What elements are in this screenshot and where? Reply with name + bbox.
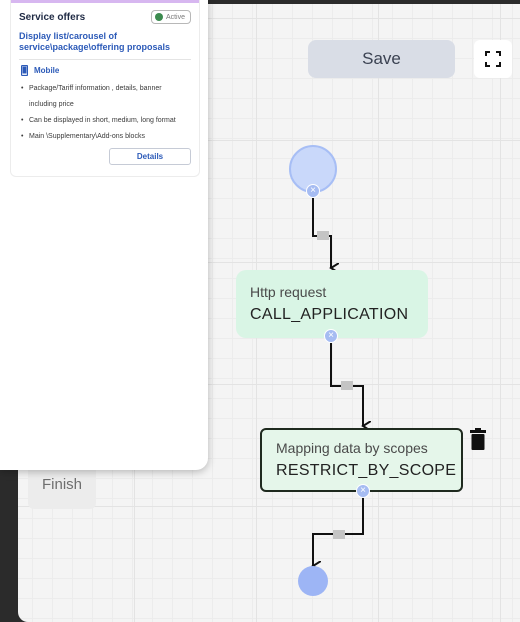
node-code-label: CALL_APPLICATION (250, 306, 409, 323)
http-node-port[interactable]: × (324, 329, 338, 343)
feature-item: Package/Tariff information , details, ba… (21, 81, 191, 113)
service-offer-card[interactable]: Service offers Active Display list/carou… (10, 0, 200, 177)
edge-handle[interactable] (341, 381, 353, 390)
details-button[interactable]: Details (109, 148, 191, 165)
http-request-node[interactable]: Http request CALL_APPLICATION (236, 270, 428, 338)
mobile-icon (21, 65, 28, 76)
node-type-label: Mapping data by scopes (276, 440, 428, 456)
node-type-label: Http request (250, 284, 327, 300)
status-badge: Active (150, 10, 191, 24)
card-subtitle: Display list/carousel of service\package… (19, 31, 171, 52)
trash-icon[interactable] (470, 428, 486, 450)
start-node-port[interactable]: × (306, 184, 320, 198)
feature-item: Can be displayed in short, medium, long … (21, 113, 191, 129)
mapping-node-port[interactable]: × (356, 484, 370, 498)
end-node[interactable] (298, 566, 328, 596)
check-circle-icon (154, 13, 163, 21)
platform-label: Mobile (34, 66, 60, 75)
card-title: Service offers (19, 11, 86, 23)
feature-item: Main \Supplementary\Add-ons blocks (21, 129, 191, 145)
node-code-label: RESTRICT_BY_SCOPE (276, 462, 457, 479)
components-panel: Service offers Active Display list/carou… (0, 0, 208, 470)
edge-handle[interactable] (333, 530, 345, 539)
save-button[interactable]: Save (308, 40, 455, 78)
status-label: Active (165, 13, 185, 21)
feature-list: Package/Tariff information , details, ba… (11, 76, 199, 145)
mapping-node[interactable]: Mapping data by scopes RESTRICT_BY_SCOPE (260, 428, 463, 492)
fullscreen-icon (485, 51, 501, 67)
edge-handle[interactable] (317, 231, 329, 240)
fullscreen-button[interactable] (474, 40, 512, 78)
